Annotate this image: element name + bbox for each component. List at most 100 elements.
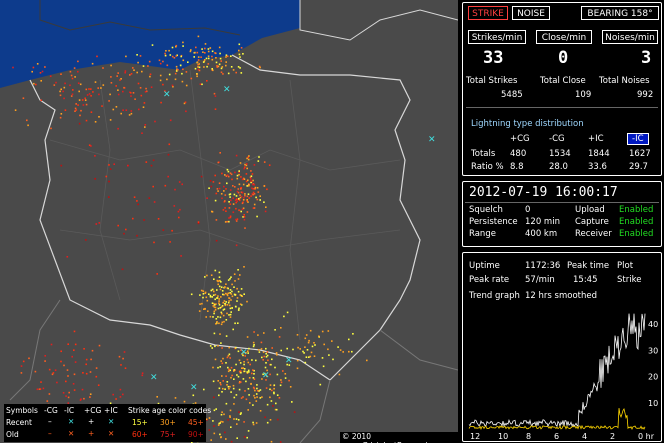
close-per-min-button[interactable]: Close/min [536, 30, 592, 44]
strike-marker [225, 210, 227, 212]
strike-marker [211, 288, 214, 291]
strike-marker [269, 384, 272, 386]
strike-marker [256, 215, 258, 218]
strike-marker [202, 51, 204, 53]
strike-marker [91, 62, 94, 65]
total-noises-label: Total Noises [599, 76, 650, 86]
strikes-per-min-button[interactable]: Strikes/min [468, 30, 526, 44]
strike-marker [91, 349, 94, 352]
strike-marker [212, 366, 214, 369]
strike-marker [77, 82, 80, 84]
strike-marker [252, 404, 254, 406]
strike-marker [174, 78, 177, 81]
strike-marker [245, 398, 248, 401]
strike-button[interactable]: STRIKE [468, 6, 508, 20]
strike-marker [271, 358, 273, 361]
noise-button[interactable]: NOISE [512, 6, 550, 20]
strike-marker [90, 111, 93, 113]
strike-marker [149, 73, 152, 76]
strike-marker [219, 288, 222, 291]
strike-marker [261, 396, 263, 398]
strike-marker [222, 380, 224, 382]
strike-marker [79, 399, 82, 401]
strike-marker [219, 316, 222, 319]
old-minus-cg-symbol-icon: – [48, 429, 52, 438]
strike-marker [115, 398, 117, 400]
strike-marker [259, 195, 261, 197]
strike-marker [213, 92, 216, 95]
strike-marker [247, 179, 249, 182]
strike-marker [229, 385, 231, 388]
strike-marker [128, 114, 131, 116]
strike-marker [210, 185, 213, 188]
trend-x-tick: 12 [470, 432, 480, 441]
strike-marker [239, 362, 242, 364]
strike-marker [133, 69, 135, 71]
strike-marker [232, 387, 235, 390]
strike-marker [310, 351, 313, 354]
strike-marker [53, 84, 56, 86]
strike-marker [323, 343, 325, 346]
strike-marker [275, 408, 278, 411]
strike-marker [243, 421, 245, 423]
strike-marker [105, 175, 108, 178]
strike-marker [248, 155, 250, 157]
strike-marker [132, 92, 135, 94]
strike-marker [80, 109, 82, 112]
strike-marker [219, 307, 222, 309]
strike-marker [224, 431, 226, 434]
strike-marker [120, 364, 122, 366]
strike-marker [288, 379, 290, 382]
strike-marker [229, 307, 232, 310]
strike-marker [225, 362, 227, 364]
dist-cell: 33.6 [588, 162, 607, 172]
ic-strike-marker: ✕ [428, 135, 436, 145]
bearing-button[interactable]: BEARING 158° [581, 6, 659, 20]
capture-status: Enabled [619, 217, 654, 227]
strike-marker [241, 202, 244, 205]
strike-marker [108, 164, 110, 166]
strike-marker [213, 432, 216, 435]
strike-marker [226, 381, 229, 383]
strike-marker [263, 355, 265, 358]
peak-time-value: 15:45 [573, 275, 598, 285]
strike-marker [90, 358, 92, 361]
strike-marker [238, 170, 240, 172]
strike-marker [225, 175, 228, 177]
strike-marker [228, 220, 230, 223]
strike-marker [160, 101, 162, 104]
strike-marker [184, 101, 187, 104]
strike-marker [73, 349, 75, 351]
strike-marker [214, 358, 217, 361]
total-close-value: 109 [575, 90, 592, 100]
strike-marker [98, 222, 101, 224]
strike-marker [218, 298, 220, 300]
strike-marker [242, 53, 244, 55]
strike-marker [225, 301, 227, 303]
strike-marker [62, 392, 65, 394]
noises-per-min-button[interactable]: Noises/min [602, 30, 658, 44]
strike-marker [260, 348, 263, 350]
strike-marker [78, 90, 80, 93]
strike-marker [348, 338, 350, 341]
strike-marker [218, 63, 221, 66]
trend-y-tick: 10 [648, 399, 658, 408]
dist-cell: 28.0 [549, 162, 568, 172]
peak-rate-value: 57/min [525, 275, 555, 285]
strike-marker [217, 424, 220, 426]
strike-marker [175, 45, 177, 48]
minus-ic-toggle[interactable]: -IC [627, 133, 649, 145]
strike-marker [230, 391, 232, 393]
strike-marker [83, 397, 85, 400]
strike-marker [116, 75, 118, 77]
strike-marker [235, 154, 238, 157]
strike-marker [266, 188, 268, 191]
strike-marker [253, 344, 255, 346]
strike-marker [215, 239, 218, 242]
strike-marker [243, 167, 246, 170]
strike-marker [217, 161, 220, 164]
lightning-map[interactable]: ✕ ✕ ✕ ✕ ✕ ✕ ✕ ✕ Symbols -CG -IC +CG +IC Strike … [0, 0, 458, 443]
strike-marker [252, 188, 255, 190]
strike-marker [229, 189, 232, 191]
strike-marker [258, 351, 261, 353]
